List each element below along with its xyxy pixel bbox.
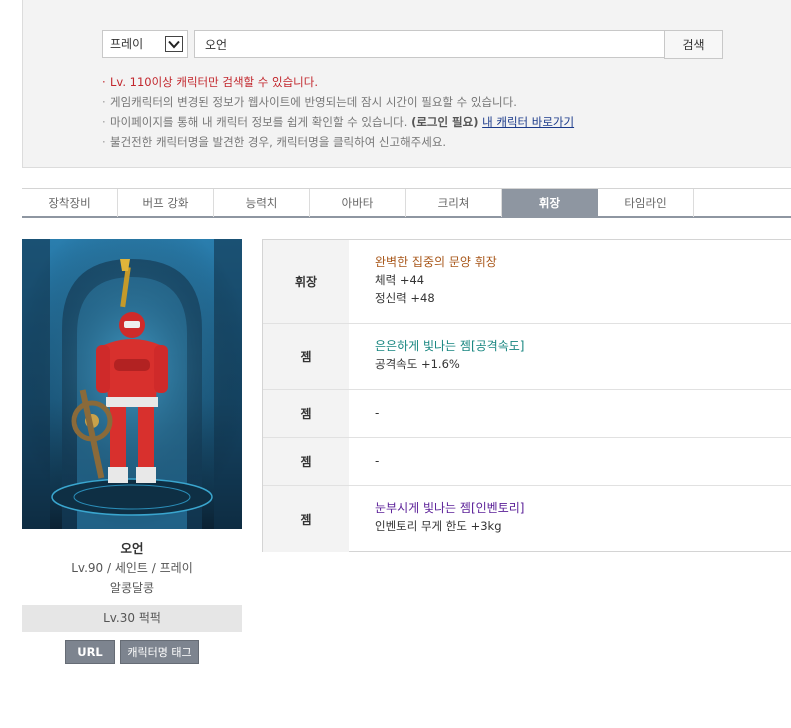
character-search-input[interactable] xyxy=(194,30,665,58)
row-content: - xyxy=(375,452,379,470)
server-select-value: 프레이 xyxy=(110,37,144,51)
emblem-table: 휘장 완벽한 집중의 문양 휘장 체력 +44 정신력 +48 젬 은은하게 빛… xyxy=(262,239,791,552)
tab-bar: 장착장비 버프 강화 능력치 아바타 크리쳐 휘장 타임라인 xyxy=(22,188,791,218)
table-row: 젬 은은하게 빛나는 젬[공격속도] 공격속도 +1.6% xyxy=(263,324,791,390)
search-panel: 프레이 검색 ·Lv. 110이상 캐릭터만 검색할 수 있습니다. ·게임캐릭… xyxy=(22,0,791,168)
row-label: 젬 xyxy=(263,324,349,389)
row-label: 젬 xyxy=(263,438,349,485)
chevron-down-icon[interactable] xyxy=(165,36,183,52)
stat-line: 체력 +44 xyxy=(375,273,425,287)
character-name[interactable]: 오언 xyxy=(22,538,242,557)
notice-item: · 게임캐릭터의 변경된 정보가 웹사이트에 반영되는데 잠시 시간이 필요할 수… xyxy=(102,95,517,109)
tab-stats[interactable]: 능력치 xyxy=(214,189,310,217)
row-label: 휘장 xyxy=(263,240,349,323)
character-info: Lv.90 / 세인트 / 프레이 xyxy=(71,561,193,575)
notice-list: · Lv. 110이상 캐릭터만 검색할 수 있습니다. · 게임캐릭터의 변경된 … xyxy=(102,72,574,152)
row-content: - xyxy=(375,404,379,422)
row-label: 젬 xyxy=(263,390,349,437)
tab-avatar[interactable]: 아바타 xyxy=(310,189,406,217)
gem-name: - xyxy=(375,454,380,468)
notice-item: · 마이페이지를 통해 내 캐릭터 정보를 쉽게 확인할 수 있습니다. (로그인… xyxy=(102,115,575,129)
tab-buff-enhance[interactable]: 버프 강화 xyxy=(118,189,214,217)
server-select[interactable]: 프레이 xyxy=(102,30,188,58)
emblem-name[interactable]: 완벽한 집중의 문양 휘장 xyxy=(375,253,497,271)
character-tag-button[interactable]: 캐릭터명 태그 xyxy=(120,640,199,664)
stat-line: 공격속도 +1.6% xyxy=(375,357,460,371)
tab-emblem[interactable]: 휘장 xyxy=(502,189,598,217)
url-button[interactable]: URL xyxy=(65,640,115,664)
row-content: 은은하게 빛나는 젬[공격속도] 공격속도 +1.6% xyxy=(375,337,524,373)
login-required-note: (로그인 필요) xyxy=(411,115,479,129)
tab-creature[interactable]: 크리쳐 xyxy=(406,189,502,217)
character-guild: 알콩달콩 xyxy=(109,581,155,595)
stat-line: 인벤토리 무게 한도 +3kg xyxy=(375,519,502,533)
notice-item: · Lv. 110이상 캐릭터만 검색할 수 있습니다. xyxy=(102,75,318,89)
stat-line: 정신력 +48 xyxy=(375,291,435,305)
tab-timeline[interactable]: 타임라인 xyxy=(598,189,694,217)
search-button[interactable]: 검색 xyxy=(664,30,723,59)
character-portrait xyxy=(22,239,242,529)
adventure-level: Lv.30 퍽퍽 xyxy=(22,605,242,632)
table-row: 젬 눈부시게 빛나는 젬[인벤토리] 인벤토리 무게 한도 +3kg xyxy=(263,486,791,552)
table-row: 젬 - xyxy=(263,438,791,486)
table-row: 휘장 완벽한 집중의 문양 휘장 체력 +44 정신력 +48 xyxy=(263,240,791,324)
row-content: 눈부시게 빛나는 젬[인벤토리] 인벤토리 무게 한도 +3kg xyxy=(375,499,524,535)
row-content: 완벽한 집중의 문양 휘장 체력 +44 정신력 +48 xyxy=(375,253,497,307)
gem-name[interactable]: 눈부시게 빛나는 젬[인벤토리] xyxy=(375,499,524,517)
gem-name: - xyxy=(375,406,380,420)
notice-item: · 불건전한 캐릭터명을 발견한 경우, 캐릭터명을 클릭하여 신고해주세요. xyxy=(102,135,447,149)
tab-equipment[interactable]: 장착장비 xyxy=(22,189,118,217)
table-row: 젬 - xyxy=(263,390,791,438)
my-character-link[interactable]: 내 캐릭터 바로가기 xyxy=(482,115,574,129)
gem-name[interactable]: 은은하게 빛나는 젬[공격속도] xyxy=(375,337,524,355)
row-label: 젬 xyxy=(263,486,349,552)
